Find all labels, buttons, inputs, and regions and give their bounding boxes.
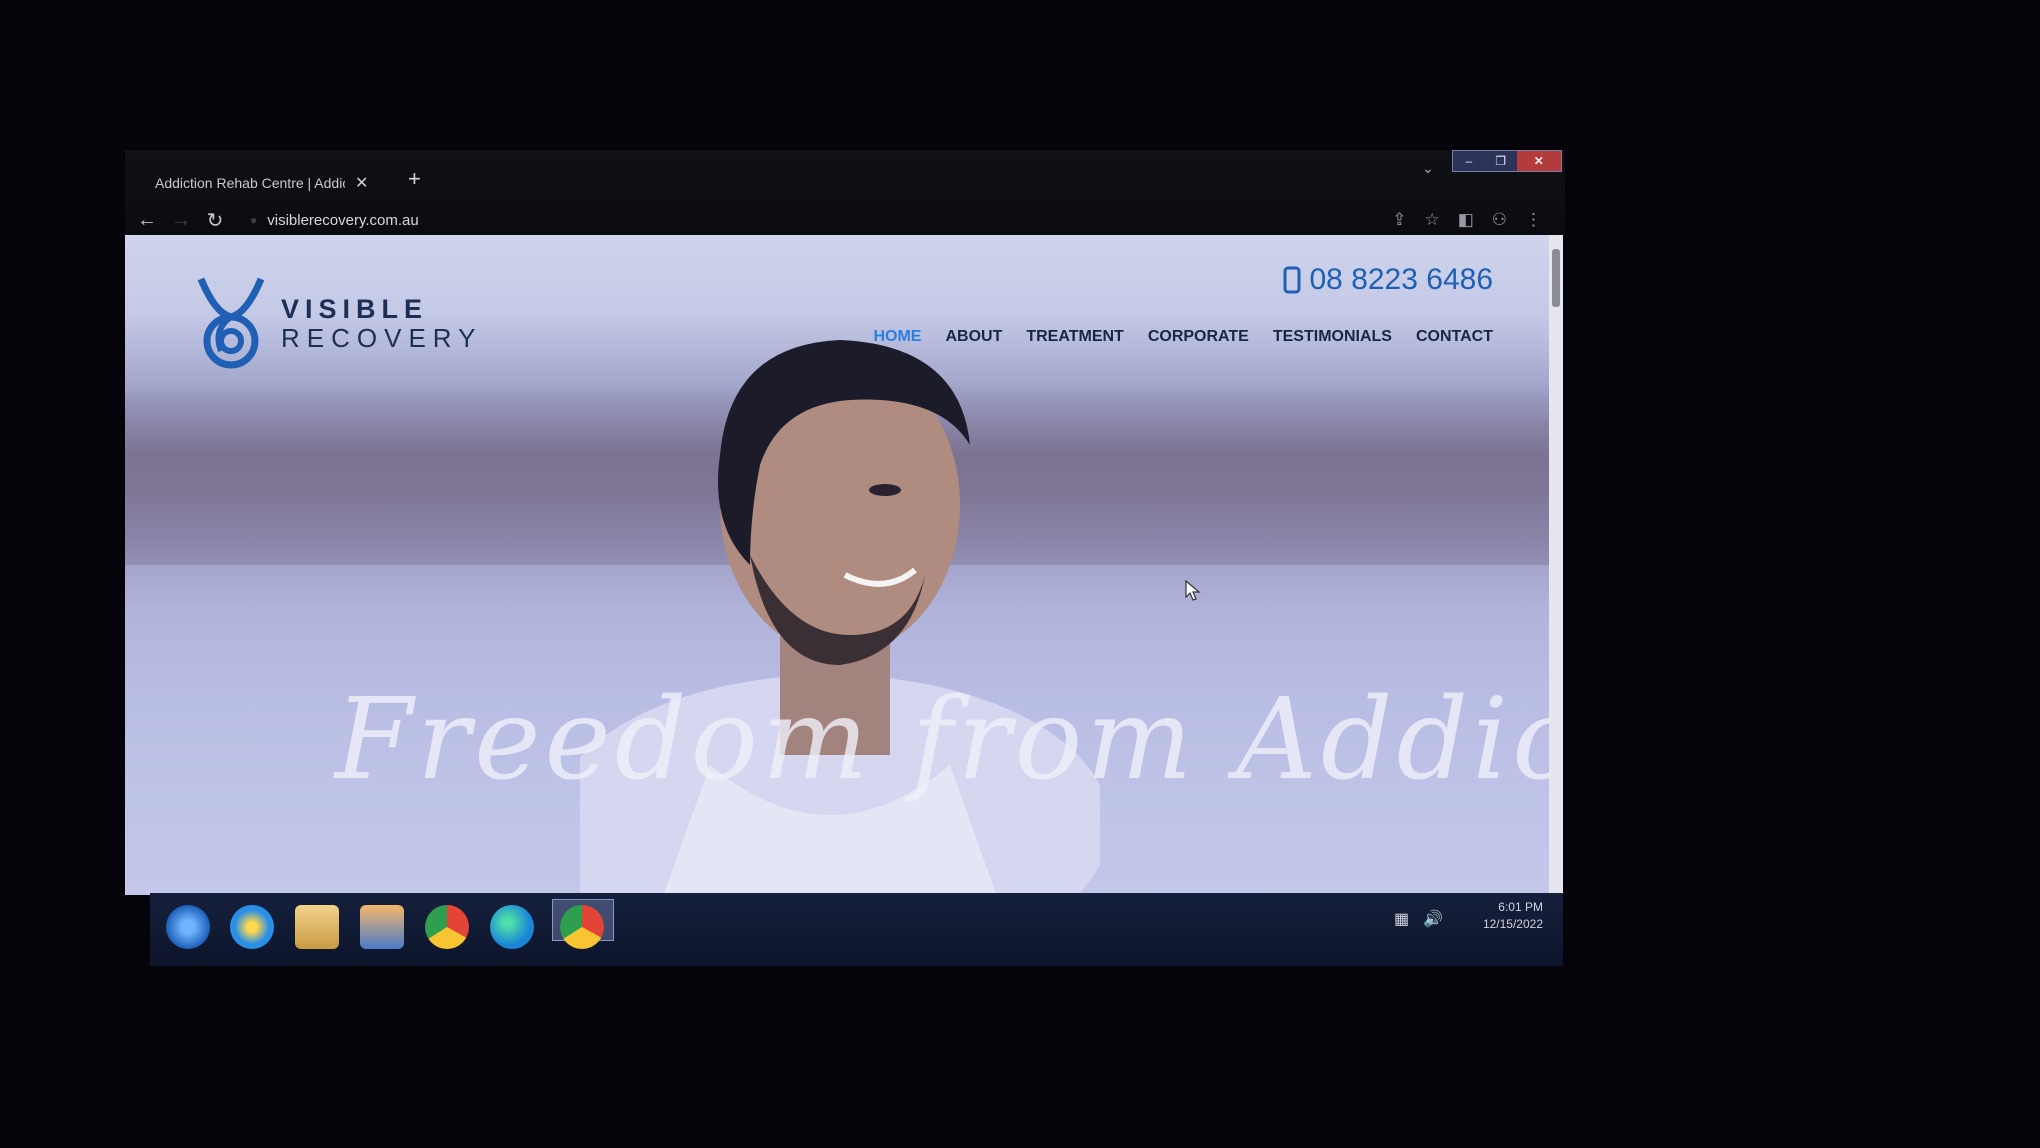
visible-recovery-logo-icon: [197, 277, 265, 369]
nav-contact[interactable]: CONTACT: [1416, 328, 1493, 346]
restore-button[interactable]: ❐: [1485, 151, 1517, 171]
clock-time: 6:01 PM: [1498, 900, 1543, 914]
file-explorer-icon[interactable]: [295, 905, 339, 949]
chrome-active-icon[interactable]: [560, 905, 604, 949]
lock-icon[interactable]: ●: [250, 213, 257, 227]
logo-line1: VISIBLE: [281, 293, 429, 324]
mouse-cursor-icon: [1185, 580, 1201, 601]
window-controls: – ❐ ✕: [1452, 150, 1562, 172]
hero-headline: Freedom from Addiction: [335, 675, 1563, 805]
nav-home[interactable]: HOME: [873, 328, 921, 346]
chrome-icon[interactable]: [425, 905, 469, 949]
windows-start-icon[interactable]: [166, 905, 210, 949]
back-arrow-icon[interactable]: ←: [130, 209, 164, 232]
minimize-button[interactable]: –: [1453, 151, 1485, 171]
logo-line2: RECOVERY: [281, 322, 483, 353]
page-scrollbar[interactable]: [1549, 235, 1563, 895]
tab-title: Addiction Rehab Centre | Addic: [155, 175, 345, 191]
new-tab-button[interactable]: +: [408, 166, 421, 192]
edge-icon[interactable]: [490, 905, 534, 949]
internet-explorer-icon[interactable]: [230, 905, 274, 949]
nav-treatment[interactable]: TREATMENT: [1026, 328, 1123, 346]
close-window-button[interactable]: ✕: [1516, 151, 1561, 171]
system-tray: ▦ 🔊: [1394, 909, 1443, 929]
side-panel-icon[interactable]: ◧: [1458, 210, 1474, 230]
site-logo[interactable]: VISIBLE RECOVERY: [195, 273, 482, 373]
profile-icon[interactable]: ⚇: [1492, 210, 1507, 230]
nav-testimonials[interactable]: TESTIMONIALS: [1273, 328, 1392, 346]
tab-search-icon[interactable]: ⌄: [1422, 160, 1434, 177]
share-icon[interactable]: ⇪: [1392, 210, 1406, 230]
nav-corporate[interactable]: CORPORATE: [1148, 328, 1249, 346]
url-text: visiblerecovery.com.au: [267, 211, 419, 229]
tab-close-icon[interactable]: ✕: [355, 173, 368, 193]
more-menu-icon[interactable]: ⋮: [1525, 210, 1542, 230]
bookmark-star-icon[interactable]: ☆: [1424, 210, 1439, 230]
clock[interactable]: 6:01 PM 12/15/2022: [1483, 899, 1543, 933]
page-viewport: VISIBLE RECOVERY 08 8223 6486 HOME ABOUT…: [125, 235, 1563, 895]
logo-wordmark: VISIBLE RECOVERY: [281, 293, 483, 353]
browser-toolbar: ← → ↻ ● visiblerecovery.com.au ⇪ ☆ ◧ ⚇ ⋮: [130, 205, 1560, 235]
forward-arrow-icon[interactable]: →: [164, 209, 198, 232]
volume-icon[interactable]: 🔊: [1423, 909, 1443, 929]
scrollbar-thumb[interactable]: [1552, 249, 1560, 307]
main-nav: HOME ABOUT TREATMENT CORPORATE TESTIMONI…: [873, 328, 1493, 346]
taskbar: ▦ 🔊 6:01 PM 12/15/2022: [150, 893, 1563, 966]
phone-link[interactable]: 08 8223 6486: [1283, 263, 1493, 297]
address-bar[interactable]: ● visiblerecovery.com.au: [250, 212, 1150, 229]
browser-tab[interactable]: Addiction Rehab Centre | Addic ✕: [155, 166, 395, 200]
phone-number: 08 8223 6486: [1309, 263, 1493, 296]
reload-icon[interactable]: ↻: [198, 208, 232, 233]
mobile-phone-icon: [1283, 266, 1301, 294]
hero-person-image: [580, 340, 1100, 895]
clock-date: 12/15/2022: [1482, 917, 1543, 931]
network-icon[interactable]: ▦: [1394, 909, 1409, 929]
toolbar-actions: ⇪ ☆ ◧ ⚇ ⋮: [1392, 205, 1542, 235]
media-player-icon[interactable]: [360, 905, 404, 949]
nav-about[interactable]: ABOUT: [945, 328, 1002, 346]
